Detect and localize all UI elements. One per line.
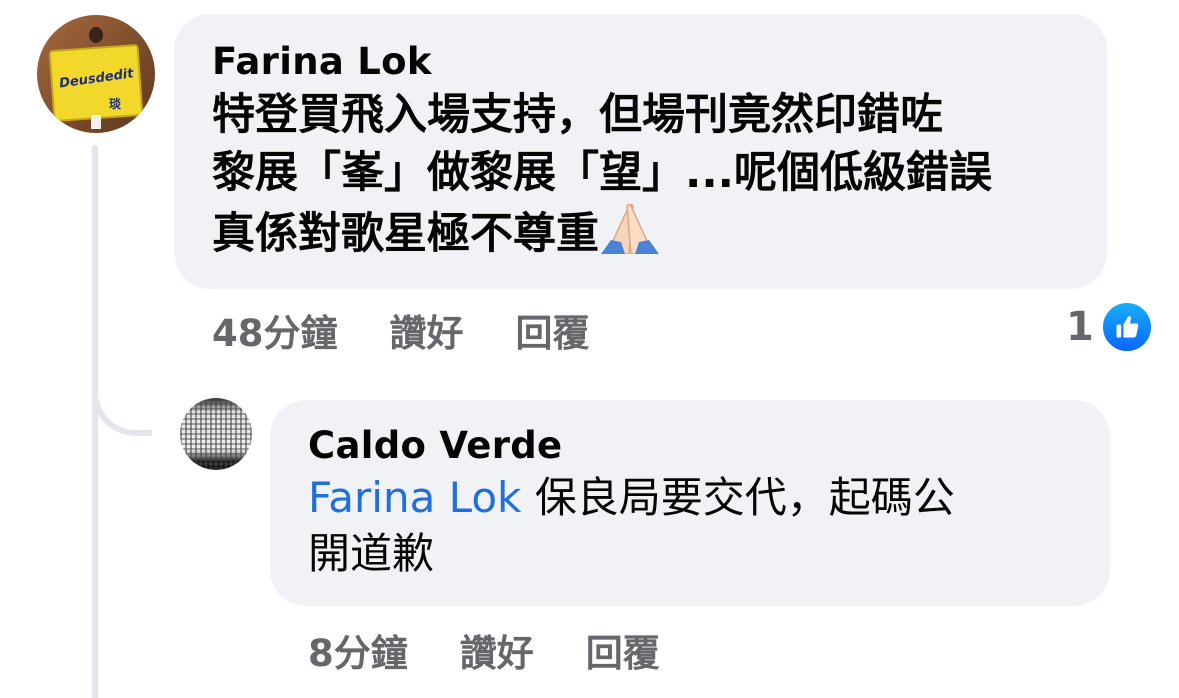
like-button[interactable]: 讚好 [390, 303, 464, 357]
reaction-summary[interactable]: 1 [1066, 300, 1154, 354]
avatar[interactable]: Deusdedit 琰 [37, 15, 155, 133]
comment-author-name[interactable]: Farina Lok [212, 38, 1069, 86]
thread-connector-line [92, 145, 98, 698]
reply-button[interactable]: 回覆 [586, 623, 660, 677]
comment-text-line-3: 真係對歌星極不尊重 [212, 202, 1069, 263]
reply-text-line-2: 開道歉 [308, 529, 435, 578]
thread-reply-curve [92, 360, 152, 436]
reply-text-line-1-content: 保良局要交代，起碼公 [521, 473, 955, 522]
reply-author-name[interactable]: Caldo Verde [308, 422, 1072, 470]
thumbs-up-icon [1099, 300, 1154, 354]
comment-actions: 48分鐘 讚好 回覆 [212, 302, 642, 358]
folded-hands-icon [599, 202, 661, 255]
reply-text-line-1: Farina Lok 保良局要交代，起碼公 [308, 470, 1072, 526]
like-button[interactable]: 讚好 [460, 623, 534, 677]
comment-text-line-2: 黎展「峯」做黎展「望」...呢個低級錯誤 [212, 148, 993, 198]
reply-actions: 8分鐘 讚好 回覆 [308, 622, 712, 678]
reply-button[interactable]: 回覆 [516, 303, 590, 357]
mention-link[interactable]: Farina Lok [308, 473, 521, 522]
avatar-banner-subtext: 琰 [109, 97, 122, 111]
reaction-count: 1 [1066, 304, 1094, 350]
avatar[interactable] [180, 398, 252, 470]
comment-timestamp[interactable]: 48分鐘 [212, 303, 338, 357]
reply-bubble: Caldo Verde Farina Lok 保良局要交代，起碼公 開道歉 [270, 400, 1110, 606]
avatar-person-legs [91, 115, 101, 129]
comment-bubble: Farina Lok 特登買飛入場支持，但場刊竟然印錯咗 黎展「峯」做黎展「望」… [174, 14, 1107, 289]
reply-timestamp[interactable]: 8分鐘 [308, 623, 408, 677]
comment-thread: Deusdedit 琰 Farina Lok 特登買飛入場支持，但場刊竟然印錯咗… [0, 0, 1179, 698]
comment-text-line-3-content: 真係對歌星極不尊重 [212, 209, 599, 259]
comment-text-line-1: 特登買飛入場支持，但場刊竟然印錯咗 [212, 90, 943, 140]
avatar-person-head [89, 27, 103, 43]
